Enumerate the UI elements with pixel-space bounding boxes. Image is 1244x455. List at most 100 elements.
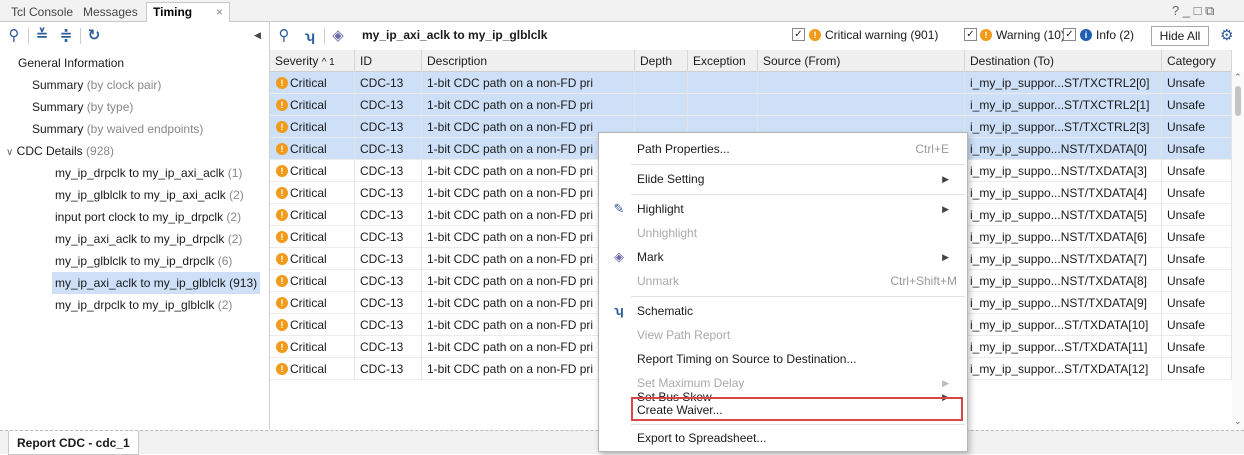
- severity-cell: ! Critical: [270, 248, 355, 270]
- table-row[interactable]: ! Critical CDC-13 1-bit CDC path on a non-F…: [270, 94, 1232, 116]
- col-source[interactable]: Source (From): [758, 50, 965, 72]
- nav-cdc-details[interactable]: ∨ CDC Details (928): [6, 140, 114, 162]
- nav-clock-pair-item[interactable]: my_ip_axi_aclk to my_ip_drpclk (2): [55, 228, 242, 250]
- mark-diamond-icon: ◈: [614, 249, 624, 264]
- vertical-scrollbar[interactable]: ⌃ ⌄: [1232, 72, 1244, 430]
- nav-label-muted: (6): [217, 254, 233, 268]
- chevron-down-icon[interactable]: ∨: [6, 147, 13, 158]
- destination-cell: i_my_ip_suppo...NST/TXDATA[7]: [965, 248, 1162, 270]
- id-cell: CDC-13: [355, 314, 422, 336]
- nav-clock-pair-item[interactable]: my_ip_glblclk to my_ip_axi_aclk (2): [55, 184, 244, 206]
- category-cell: Unsafe: [1162, 204, 1232, 226]
- submenu-arrow-icon: ▶: [942, 174, 949, 184]
- scroll-up-icon[interactable]: ⌃: [1234, 72, 1242, 83]
- nav-clock-pair-item[interactable]: my_ip_drpclk to my_ip_glblclk (2): [55, 294, 232, 316]
- category-cell: Unsafe: [1162, 358, 1232, 380]
- nav-label-muted: (2): [229, 188, 244, 202]
- menu-item-export-spreadsheet[interactable]: Export to Spreadsheet...: [599, 426, 967, 450]
- critical-filter-checkbox[interactable]: ✓: [792, 28, 805, 41]
- info-icon: i: [1080, 29, 1092, 41]
- nav-summary-clock-pair[interactable]: Summary (by clock pair): [32, 74, 161, 96]
- critical-warning-icon: !: [276, 165, 288, 177]
- col-exception[interactable]: Exception: [688, 50, 758, 72]
- nav-clock-pair-item-selected[interactable]: my_ip_axi_aclk to my_ip_glblclk (913): [52, 272, 261, 294]
- severity-text: Critical: [290, 318, 327, 332]
- col-depth[interactable]: Depth: [635, 50, 688, 72]
- id-cell: CDC-13: [355, 116, 422, 138]
- category-cell: Unsafe: [1162, 72, 1232, 94]
- nav-clock-pair-item[interactable]: input port clock to my_ip_drpclk (2): [55, 206, 241, 228]
- col-category[interactable]: Category: [1162, 50, 1232, 72]
- results-toolbar: ◀ ⚲ ʮ ◈ my_ip_axi_aclk to my_ip_glblclk …: [254, 22, 1244, 50]
- hide-all-button[interactable]: Hide All: [1151, 26, 1209, 46]
- menu-divider: [631, 424, 965, 425]
- mark-diamond-icon[interactable]: ◈: [328, 26, 348, 46]
- col-destination[interactable]: Destination (To): [965, 50, 1162, 72]
- category-cell: Unsafe: [1162, 160, 1232, 182]
- nav-summary-type[interactable]: Summary (by type): [32, 96, 133, 118]
- nav-general-information[interactable]: General Information: [18, 52, 124, 74]
- table-row[interactable]: ! Critical CDC-13 1-bit CDC path on a non-F…: [270, 72, 1232, 94]
- menu-label: Schematic: [637, 304, 694, 318]
- window-controls[interactable]: ? _ □ ⧉: [1172, 3, 1214, 19]
- destination-cell: i_my_ip_suppo...NST/TXDATA[5]: [965, 204, 1162, 226]
- col-description[interactable]: Description: [422, 50, 635, 72]
- refresh-icon[interactable]: ↻: [84, 26, 104, 46]
- nav-summary-waived[interactable]: Summary (by waived endpoints): [32, 118, 203, 140]
- search-icon[interactable]: ⚲: [4, 26, 24, 46]
- context-menu: Path Properties... Ctrl+E Elide Setting ▶ …: [598, 132, 968, 452]
- nav-label-muted: (by waived endpoints): [86, 122, 204, 136]
- search-icon[interactable]: ⚲: [274, 26, 294, 46]
- nav-label-muted: (2): [226, 210, 242, 224]
- menu-label: Unmark: [637, 274, 680, 288]
- critical-warning-icon: !: [276, 319, 288, 331]
- tab-timing[interactable]: Timing ×: [146, 2, 230, 22]
- gear-icon[interactable]: ⚙: [1220, 26, 1233, 44]
- tab-messages[interactable]: Messages: [76, 2, 145, 22]
- nav-clock-pair-item[interactable]: my_ip_glblclk to my_ip_drpclk (6): [55, 250, 232, 272]
- critical-warning-icon: !: [276, 143, 288, 155]
- severity-cell: ! Critical: [270, 72, 355, 94]
- destination-cell: i_my_ip_suppo...NST/TXDATA[9]: [965, 292, 1162, 314]
- menu-label: Elide Setting: [637, 172, 705, 186]
- menu-item-highlight[interactable]: ✎ Highlight ▶: [599, 197, 967, 221]
- scrollbar-thumb[interactable]: [1235, 86, 1241, 116]
- destination-cell: i_my_ip_suppo...NST/TXDATA[0]: [965, 138, 1162, 160]
- exception-cell: [688, 94, 758, 116]
- id-cell: CDC-13: [355, 72, 422, 94]
- critical-warning-icon: !: [276, 297, 288, 309]
- col-id[interactable]: ID: [355, 50, 422, 72]
- menu-item-schematic[interactable]: ʮ Schematic: [599, 299, 967, 323]
- critical-warning-icon: !: [276, 275, 288, 287]
- tab-report-cdc[interactable]: Report CDC - cdc_1: [8, 431, 139, 455]
- nav-label: my_ip_drpclk to my_ip_axi_aclk: [55, 166, 225, 180]
- menu-item-path-properties[interactable]: Path Properties... Ctrl+E: [599, 137, 967, 161]
- id-cell: CDC-13: [355, 94, 422, 116]
- nav-label-muted: (2): [227, 232, 243, 246]
- warning-filter-checkbox[interactable]: ✓: [964, 28, 977, 41]
- destination-cell: i_my_ip_suppo...NST/TXDATA[4]: [965, 182, 1162, 204]
- menu-item-unhighlight: Unhighlight: [599, 221, 967, 245]
- close-icon[interactable]: ×: [216, 3, 223, 21]
- scroll-down-icon[interactable]: ⌄: [1234, 416, 1242, 427]
- menu-label: Export to Spreadsheet...: [637, 431, 767, 445]
- critical-warning-icon: !: [276, 231, 288, 243]
- tab-tcl-console[interactable]: Tcl Console: [4, 2, 80, 22]
- splitter-arrow-icon[interactable]: ◀: [254, 30, 261, 41]
- severity-text: Critical: [290, 362, 327, 376]
- menu-item-mark[interactable]: ◈ Mark ▶: [599, 245, 967, 269]
- severity-text: Critical: [290, 98, 327, 112]
- nav-clock-pair-item[interactable]: my_ip_drpclk to my_ip_axi_aclk (1): [55, 162, 242, 184]
- col-severity[interactable]: Severity ^ 1: [270, 50, 355, 72]
- collapse-all-icon[interactable]: ≚: [32, 26, 52, 46]
- info-filter-checkbox[interactable]: ✓: [1063, 28, 1076, 41]
- nav-label: Summary: [32, 78, 84, 92]
- menu-divider: [631, 296, 965, 297]
- menu-item-elide-setting[interactable]: Elide Setting ▶: [599, 167, 967, 191]
- schematic-icon[interactable]: ʮ: [300, 26, 320, 46]
- destination-cell: i_my_ip_suppor...ST/TXCTRL2[0]: [965, 72, 1162, 94]
- focus-highlight-box: [631, 397, 963, 421]
- severity-text: Critical: [290, 76, 327, 90]
- menu-item-report-timing[interactable]: Report Timing on Source to Destination..…: [599, 347, 967, 371]
- expand-all-icon[interactable]: ≑: [56, 26, 76, 46]
